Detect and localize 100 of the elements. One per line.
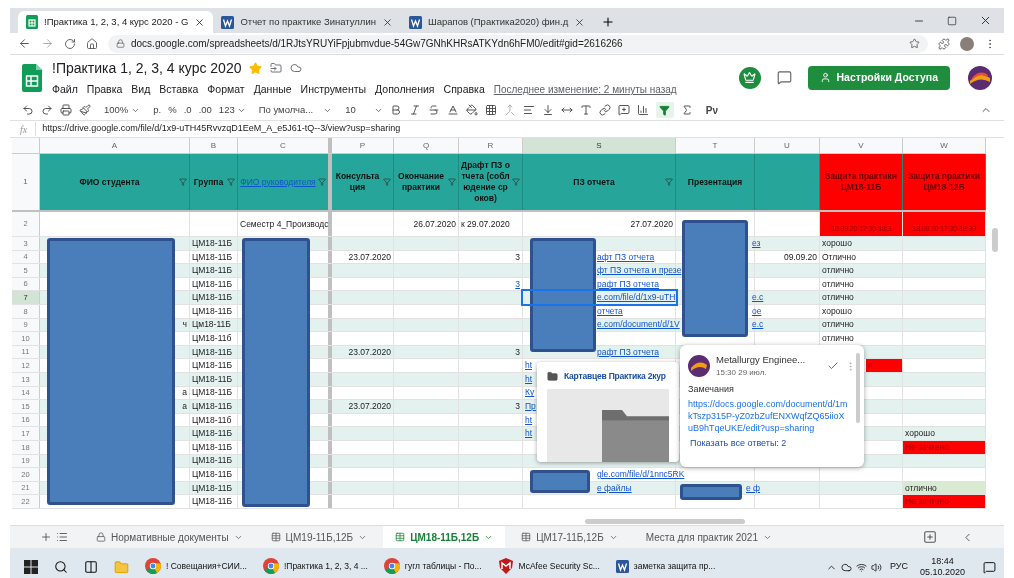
puzzle-icon[interactable] [938, 37, 950, 50]
table-cell[interactable]: 3 [513, 345, 522, 359]
column-header[interactable]: T [676, 138, 755, 153]
restore-icon[interactable] [947, 15, 957, 26]
spreadsheet-logo[interactable] [22, 63, 42, 92]
crown-button[interactable] [738, 66, 761, 89]
table-cell[interactable]: ЦМ18-11Б [190, 237, 235, 250]
sheet-tab[interactable]: ЦМ17-11Б,12Б [509, 526, 630, 548]
table-cell[interactable]: 27.07.2020 [628, 212, 675, 236]
column-header[interactable]: Q [394, 138, 459, 153]
table-cell[interactable]: отчета [595, 304, 625, 318]
sheet-tab[interactable]: Нормативные документы [84, 526, 255, 548]
align-icon[interactable] [522, 104, 535, 116]
file-link[interactable]: Картавцев Практика 2кур [564, 370, 666, 383]
last-edit-link[interactable]: Последнее изменение: 2 минуты назад [493, 82, 677, 97]
table-cell[interactable]: e.c [750, 318, 766, 332]
explore-icon[interactable] [923, 530, 937, 544]
table-cell[interactable]: а [180, 400, 189, 413]
table-cell[interactable]: Пр [523, 400, 538, 413]
table-cell[interactable]: ht [523, 372, 535, 386]
table-cell[interactable]: ч [180, 318, 189, 332]
task-view-icon[interactable] [84, 560, 98, 574]
sheet-tab[interactable]: Места для практик 2021 [633, 526, 784, 548]
table-cell[interactable]: 3 [513, 277, 522, 291]
format-select[interactable]: 123 [218, 102, 246, 118]
fill-color-icon[interactable] [465, 104, 478, 116]
menu-item[interactable]: Справка [443, 81, 485, 98]
menu-item[interactable]: Дополнения [375, 81, 435, 98]
table-cell[interactable]: ht [523, 413, 535, 427]
volume-icon[interactable] [870, 561, 882, 573]
browser-tab[interactable]: Шарапов (Практика2020) фин.д [400, 11, 594, 33]
text-color-icon[interactable] [446, 104, 459, 116]
redo-icon[interactable] [41, 104, 53, 116]
table-cell[interactable]: 23.07.2020 [346, 345, 393, 359]
filter-icon[interactable] [179, 178, 187, 186]
functions-icon[interactable] [680, 104, 693, 116]
table-cell[interactable]: 23.07.2020 [346, 250, 393, 264]
menu-item[interactable]: Данные [253, 81, 292, 98]
menu-item[interactable]: Инструменты [300, 81, 367, 98]
sheet-list-icon[interactable] [56, 531, 68, 543]
close-icon[interactable] [381, 16, 393, 28]
italic-icon[interactable] [408, 104, 421, 116]
clock-date[interactable]: 05.10.2020 [919, 567, 965, 578]
table-cell[interactable]: отлично [820, 264, 856, 277]
close-icon[interactable] [194, 16, 206, 28]
browser-tab[interactable]: !Практика 1, 2, 3, 4 курс 2020 - G [18, 11, 214, 33]
clock-time[interactable]: 18:44 [931, 556, 954, 567]
table-cell[interactable]: ЦМ18-11Б [190, 264, 235, 277]
table-cell[interactable]: Цм18-11Б [190, 318, 233, 332]
column-header[interactable]: A [40, 138, 190, 153]
table-cell[interactable]: к 29.07.2020 [459, 212, 512, 236]
table-cell[interactable]: рафт ПЗ отчета [595, 277, 661, 291]
strikethrough-icon[interactable] [427, 104, 440, 116]
percent-button[interactable]: % [168, 102, 177, 118]
table-cell[interactable]: хорошо [903, 427, 937, 440]
link-icon[interactable] [598, 104, 611, 116]
table-cell[interactable]: Семестр 4_Производс [238, 212, 331, 236]
table-cell[interactable]: 09.09.20 [781, 250, 819, 264]
table-cell[interactable]: Отлично [820, 250, 858, 264]
cloud-icon[interactable] [840, 561, 852, 573]
taskbar-app[interactable]: McAfee Security Sc... [491, 548, 606, 578]
table-cell[interactable]: 3 [513, 250, 522, 264]
table-cell[interactable]: ЦМ18-11Б [190, 495, 235, 508]
windows-logo[interactable] [24, 560, 38, 574]
filter-icon[interactable] [512, 178, 520, 186]
menu-item[interactable]: Правка [86, 81, 123, 98]
font-size-select[interactable]: 10 [345, 102, 383, 118]
table-cell[interactable]: отлично [820, 277, 856, 291]
font-select[interactable]: По умолча... [258, 102, 333, 118]
table-cell[interactable]: e.com/file/d/1x9-uTH [595, 291, 678, 304]
table-cell[interactable]: ЦМ18-11Б [190, 427, 235, 440]
table-cell[interactable]: ЦМ18-11б [190, 413, 234, 427]
browser-tab[interactable]: Отчет по практике Зинатуллин [213, 11, 401, 33]
rotate-text-icon[interactable] [579, 104, 592, 116]
profile-avatar[interactable] [960, 36, 974, 51]
language-indicator[interactable]: РУС [889, 560, 908, 574]
menu-item[interactable]: Файл [52, 81, 78, 98]
scrollbar-thumb[interactable] [992, 228, 998, 252]
filter-icon[interactable] [665, 178, 673, 186]
notifications-icon[interactable] [983, 560, 996, 574]
table-cell[interactable]: а [180, 386, 189, 400]
table-cell[interactable]: e.com/document/d/1V [595, 318, 682, 332]
plus-icon[interactable] [601, 15, 616, 29]
table-cell[interactable]: хорошо [820, 304, 854, 318]
table-cell[interactable]: ht [523, 427, 535, 440]
table-cell[interactable]: ЦМ18-11Б [190, 345, 235, 359]
table-cell[interactable]: отлично [820, 332, 856, 345]
document-title[interactable]: !Практика 1, 2, 3, 4 курс 2020 [52, 57, 242, 79]
search-icon[interactable] [54, 560, 68, 574]
close-icon[interactable] [574, 16, 586, 28]
chart-icon[interactable] [636, 104, 649, 116]
back-icon[interactable] [18, 37, 31, 50]
move-icon[interactable] [270, 62, 283, 75]
table-cell[interactable]: отлично [820, 291, 856, 304]
scrollbar-thumb[interactable] [585, 518, 745, 524]
comment-link[interactable]: https://docs.google.com/document/d/1mkTszp315P-yZ0zbZufENXWqfZQ65iioXuB9hTqeUKE/edit?usp=sharing [688, 397, 856, 434]
comments-icon[interactable] [776, 70, 792, 85]
table-cell[interactable]: ЦМ18-11Б [190, 454, 235, 468]
table-cell[interactable]: ЦМ18-11Б [190, 359, 235, 372]
filter-icon[interactable] [318, 178, 326, 186]
